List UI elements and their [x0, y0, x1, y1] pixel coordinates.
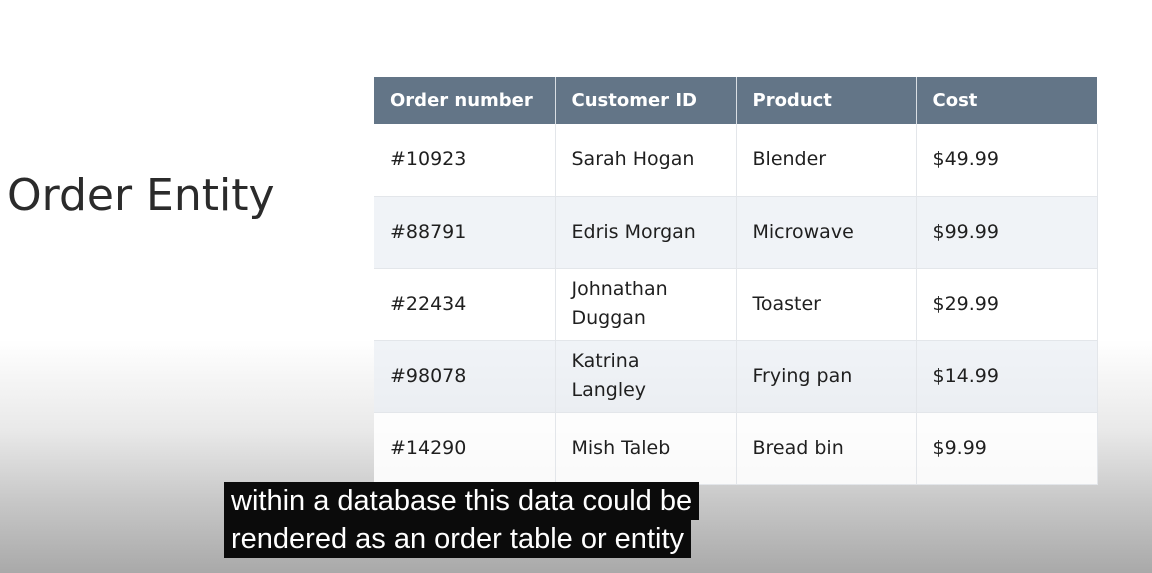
cell-order-number: #10923 [374, 124, 556, 197]
cell-cost: $99.99 [916, 196, 1098, 269]
cell-product: Frying pan [736, 340, 917, 413]
cell-customer-id: Sarah Hogan [555, 124, 737, 197]
cell-product: Blender [736, 124, 917, 197]
cell-order-number: #88791 [374, 196, 556, 269]
cell-product: Microwave [736, 196, 917, 269]
cell-product: Bread bin [736, 412, 917, 485]
cell-customer-id: Johnathan Duggan [555, 268, 737, 341]
table-header-row: Order number Customer ID Product Cost [374, 77, 1097, 124]
cell-cost: $14.99 [916, 340, 1098, 413]
table-row: #14290 Mish Taleb Bread bin $9.99 [374, 412, 1098, 485]
table-body: #10923 Sarah Hogan Blender $49.99 #88791… [374, 124, 1098, 485]
cell-order-number: #22434 [374, 268, 556, 341]
table-row: #22434 Johnathan Duggan Toaster $29.99 [374, 268, 1098, 341]
table-row: #98078 Katrina Langley Frying pan $14.99 [374, 340, 1098, 413]
slide: Order Entity Order number Customer ID Pr… [0, 0, 1152, 573]
video-caption: within a database this data could be ren… [224, 482, 700, 558]
cell-cost: $29.99 [916, 268, 1098, 341]
column-header-cost: Cost [916, 77, 1097, 124]
table-row: #88791 Edris Morgan Microwave $99.99 [374, 196, 1098, 269]
column-header-order-number: Order number [374, 77, 556, 124]
cell-customer-id: Edris Morgan [555, 196, 737, 269]
order-table: Order number Customer ID Product Cost #1… [374, 77, 1098, 485]
cell-order-number: #98078 [374, 340, 556, 413]
table-row: #10923 Sarah Hogan Blender $49.99 [374, 124, 1098, 197]
table-header: Order number Customer ID Product Cost [374, 77, 1097, 124]
column-header-customer-id: Customer ID [555, 77, 737, 124]
cell-product: Toaster [736, 268, 917, 341]
cell-cost: $49.99 [916, 124, 1098, 197]
slide-title: Order Entity [7, 170, 275, 221]
caption-line: within a database this data could be [224, 482, 700, 520]
column-header-product: Product [736, 77, 917, 124]
cell-order-number: #14290 [374, 412, 556, 485]
caption-line: rendered as an order table or entity [224, 520, 691, 558]
cell-cost: $9.99 [916, 412, 1098, 485]
cell-customer-id: Mish Taleb [555, 412, 737, 485]
cell-customer-id: Katrina Langley [555, 340, 737, 413]
